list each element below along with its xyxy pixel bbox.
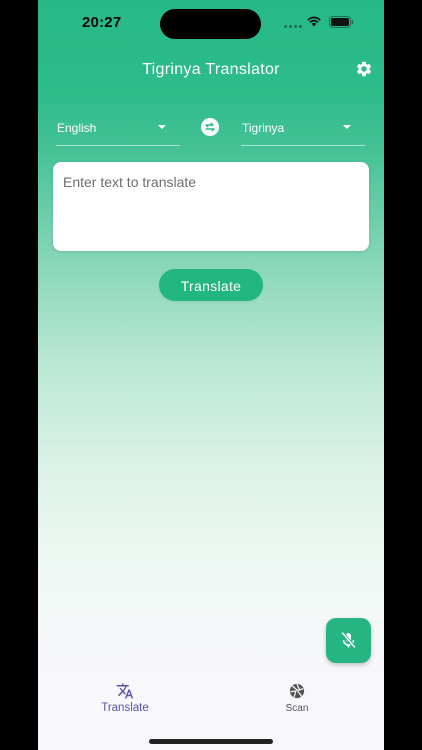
nav-item-translate[interactable]: Translate: [75, 682, 175, 722]
mic-off-icon: [341, 632, 356, 648]
status-bar: 20:27: [38, 0, 384, 48]
page-title: Tigrinya Translator: [142, 61, 280, 78]
status-time: 20:27: [82, 14, 122, 31]
input-card: [53, 162, 369, 251]
wifi-icon: [307, 16, 321, 27]
source-language-label: English: [57, 121, 97, 135]
signal-dots-icon: [284, 25, 302, 28]
chevron-down-icon: [343, 125, 351, 129]
swap-arrows-icon: [205, 122, 215, 132]
app-screen: 20:27 Tigrinya Translator English Tigrin…: [38, 0, 384, 750]
nav-item-scan[interactable]: Scan: [247, 682, 347, 722]
language-selector-row: English Tigrinya: [38, 112, 384, 148]
target-language-dropdown[interactable]: Tigrinya: [241, 112, 365, 146]
nav-label-scan: Scan: [285, 703, 309, 714]
app-bar: Tigrinya Translator: [38, 52, 384, 88]
mic-button[interactable]: [326, 618, 371, 663]
translate-icon: [116, 683, 134, 699]
translate-button[interactable]: Translate: [159, 269, 263, 301]
home-indicator[interactable]: [149, 739, 273, 744]
gear-icon[interactable]: [355, 60, 373, 78]
chevron-down-icon: [158, 125, 166, 129]
nav-label-translate: Translate: [101, 702, 149, 714]
battery-icon: [329, 16, 354, 28]
camera-aperture-icon: [289, 683, 305, 699]
swap-languages-button[interactable]: [201, 118, 219, 136]
translate-text-input[interactable]: [53, 162, 369, 251]
dynamic-island: [160, 9, 261, 39]
source-language-dropdown[interactable]: English: [56, 112, 180, 146]
target-language-label: Tigrinya: [242, 121, 285, 135]
